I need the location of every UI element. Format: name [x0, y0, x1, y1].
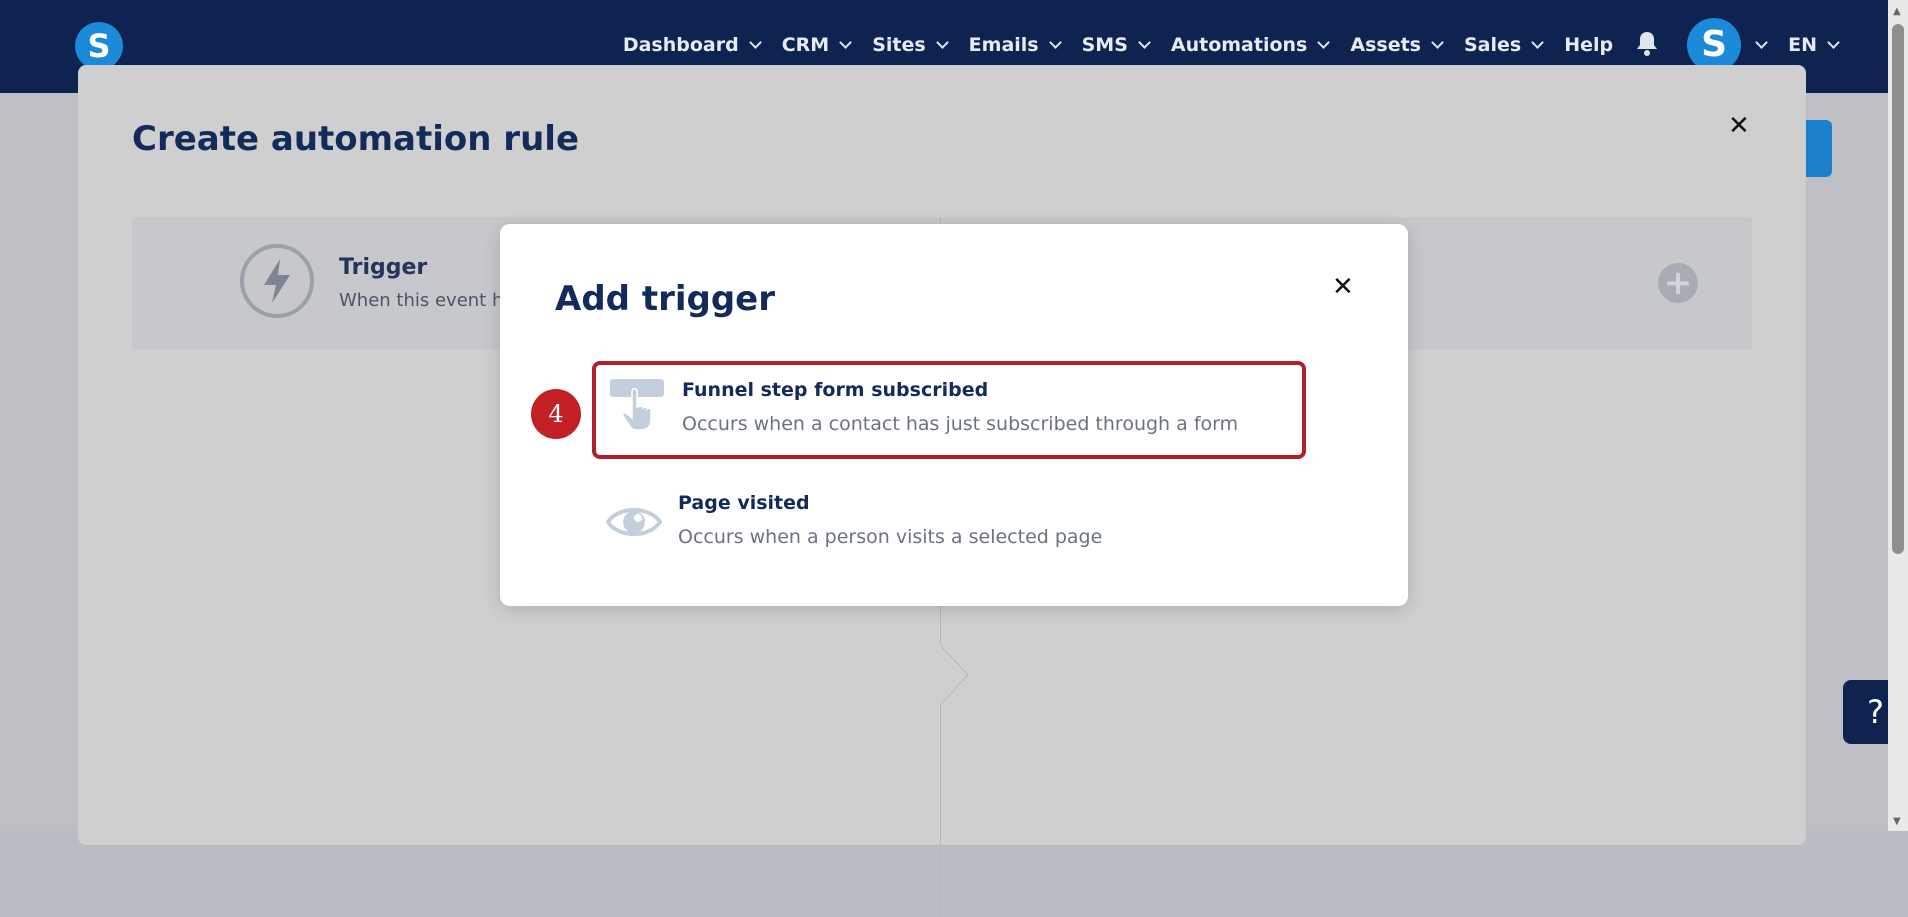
modal-title: Add trigger: [555, 279, 776, 319]
option-title: Page visited: [678, 492, 810, 514]
chevron-down-icon: [1431, 36, 1444, 49]
nav-item-label: SMS: [1081, 34, 1128, 56]
nav-item-dashboard[interactable]: Dashboard: [622, 34, 762, 56]
chevron-down-icon[interactable]: [1755, 36, 1768, 49]
option-description: Occurs when a contact has just subscribe…: [682, 413, 1239, 435]
nav-item-label: Sites: [872, 34, 926, 56]
nav-item-label: Dashboard: [622, 34, 739, 56]
close-icon[interactable]: ✕: [1332, 272, 1354, 302]
lightning-icon: [240, 244, 314, 318]
chevron-down-icon: [935, 36, 949, 49]
nav-item-help[interactable]: Help: [1564, 34, 1613, 56]
add-action-icon[interactable]: +: [1658, 263, 1698, 303]
nav-item-label: CRM: [781, 34, 830, 56]
chevron-down-icon: [839, 36, 853, 49]
nav-menu: Dashboard CRM Sites Emails SMS Automatio…: [601, 18, 1840, 72]
nav-item-automations[interactable]: Automations: [1170, 34, 1331, 56]
language-selector[interactable]: EN: [1788, 34, 1840, 56]
scroll-up-icon[interactable]: ▲: [1893, 6, 1901, 17]
flow-arrow: [940, 645, 969, 705]
chevron-down-icon: [748, 36, 762, 49]
modal-title: Create automation rule: [132, 119, 579, 159]
add-trigger-modal: Add trigger ✕ Funnel step form subscribe…: [500, 224, 1408, 606]
nav-item-label: Automations: [1170, 34, 1308, 56]
option-title: Funnel step form subscribed: [682, 379, 989, 401]
scrollbar-thumb[interactable]: [1892, 24, 1904, 554]
trigger-title: Trigger: [339, 255, 428, 280]
chevron-down-icon: [1317, 36, 1331, 49]
chevron-down-icon: [1138, 36, 1151, 49]
nav-item-emails[interactable]: Emails: [968, 34, 1062, 56]
nav-item-sms[interactable]: SMS: [1081, 34, 1151, 56]
nav-item-label: Sales: [1463, 34, 1522, 56]
option-description: Occurs when a person visits a selected p…: [678, 526, 1103, 548]
nav-item-sites[interactable]: Sites: [872, 34, 949, 56]
hand-pointer-icon: [610, 379, 666, 435]
nav-item-label: Assets: [1350, 34, 1421, 56]
avatar[interactable]: S: [1687, 18, 1742, 72]
nav-item-label: Emails: [968, 34, 1039, 56]
scroll-down-icon[interactable]: ▼: [1893, 816, 1901, 827]
scrollbar[interactable]: ▲ ▼: [1888, 0, 1908, 831]
bell-icon[interactable]: [1635, 30, 1659, 60]
language-label: EN: [1788, 34, 1817, 56]
chevron-down-icon: [1048, 36, 1062, 49]
chevron-down-icon: [1531, 36, 1545, 49]
nav-item-sales[interactable]: Sales: [1463, 34, 1545, 56]
step-badge: 4: [531, 389, 581, 439]
chevron-down-icon: [1827, 36, 1840, 49]
trigger-option-page-visited[interactable]: Page visited Occurs when a person visits…: [592, 478, 1306, 576]
nav-item-assets[interactable]: Assets: [1350, 34, 1444, 56]
trigger-option-funnel-form[interactable]: Funnel step form subscribed Occurs when …: [592, 361, 1306, 459]
logo[interactable]: S: [75, 22, 123, 70]
nav-item-crm[interactable]: CRM: [781, 34, 853, 56]
close-icon[interactable]: ✕: [1728, 111, 1750, 141]
eye-icon: [605, 492, 663, 548]
